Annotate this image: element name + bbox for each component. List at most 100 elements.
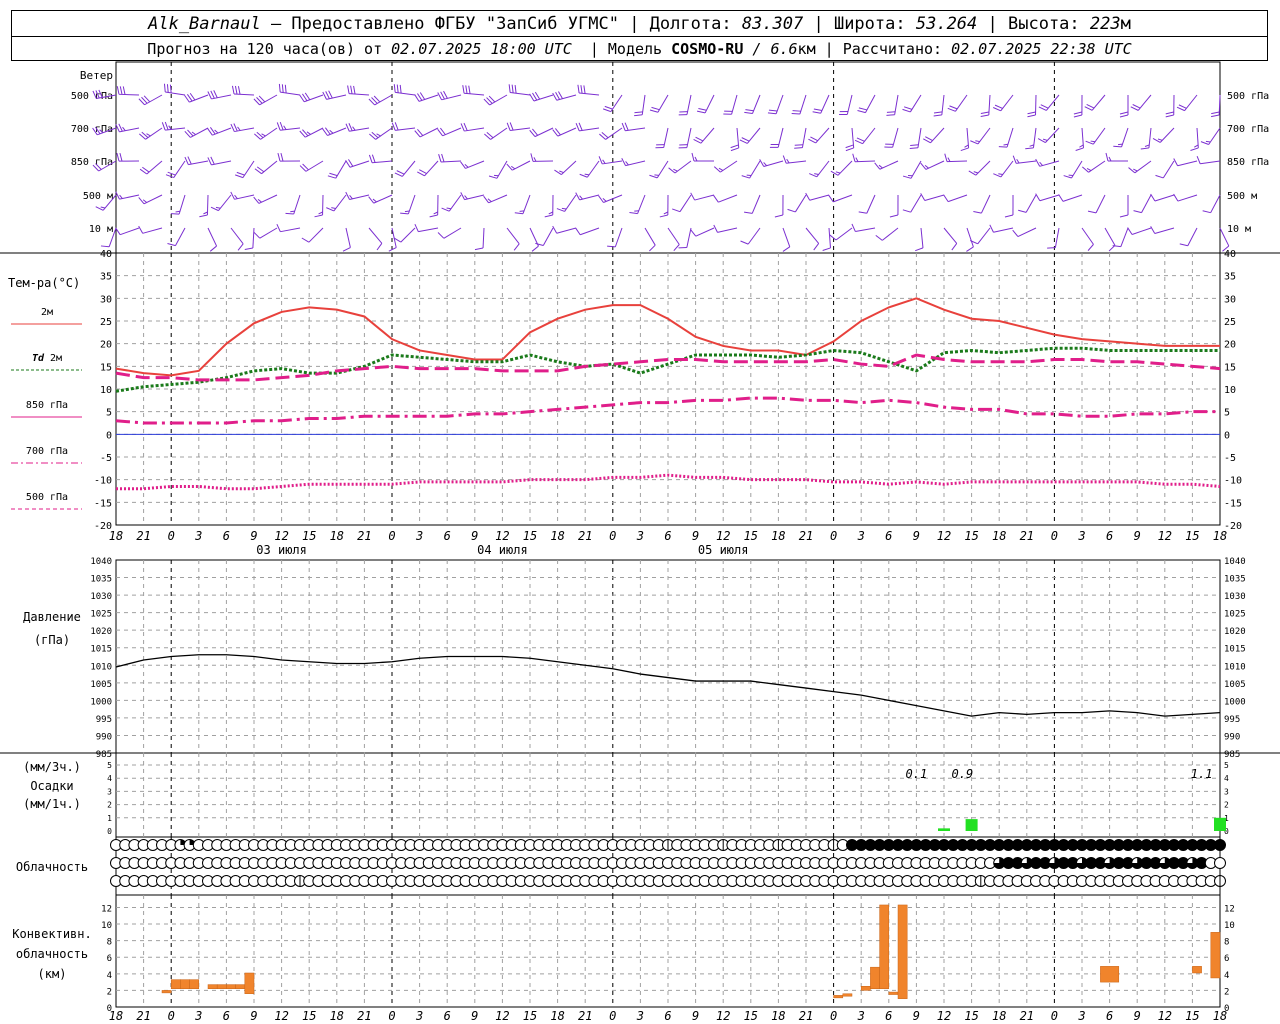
time-tick-bottom: 0	[388, 1009, 395, 1023]
wind-barb	[115, 227, 140, 236]
barb-feather	[404, 210, 410, 213]
wind-barb	[915, 227, 924, 252]
precip-ytick-right: 4	[1224, 774, 1229, 783]
barb-feather	[744, 211, 753, 214]
barb-staff	[686, 227, 692, 248]
barb-staff	[207, 227, 218, 247]
barb-feather	[1018, 209, 1027, 213]
temp-ytick-left: 40	[100, 249, 112, 260]
wind-barb	[506, 122, 531, 132]
wind-level-right: 500 гПа	[1227, 91, 1269, 102]
barb-feather	[1210, 114, 1220, 118]
barb-staff	[506, 227, 520, 245]
barb-feather	[925, 136, 933, 142]
barb-feather	[625, 161, 629, 166]
barb-feather	[856, 137, 865, 142]
pressure-ytick-left: 1040	[90, 557, 112, 567]
temperature-panel: -20 -20-15 -15-10 -10-5 -50 05 510 1015 1520 2025…	[8, 249, 1242, 532]
barb-feather	[975, 140, 980, 143]
wind-barb	[254, 127, 278, 140]
barb-feather	[244, 247, 253, 251]
wind-barb	[577, 84, 600, 96]
barb-feather	[822, 247, 831, 252]
barb-feather	[290, 210, 295, 213]
barb-feather	[376, 243, 383, 251]
barb-staff	[178, 194, 186, 215]
barb-feather	[813, 108, 823, 111]
conv-ytick-right: 8	[1224, 938, 1229, 948]
time-tick-bottom: 18	[771, 1009, 785, 1023]
conv-bar	[244, 972, 255, 994]
barb-feather	[345, 123, 350, 132]
barb-feather	[441, 153, 445, 163]
wind-barb	[429, 194, 439, 218]
barb-feather	[301, 237, 310, 243]
time-tick-top: 9	[250, 529, 257, 543]
wind-barb	[116, 86, 140, 96]
wind-barb	[805, 227, 820, 251]
wind-barb	[1173, 193, 1198, 202]
wind-barb	[1119, 194, 1129, 218]
barb-feather	[1196, 155, 1201, 164]
time-tick-top: 21	[1020, 529, 1034, 543]
wind-barb	[1176, 94, 1198, 112]
barb-feather	[579, 195, 583, 200]
time-tick-top: 21	[799, 529, 813, 543]
barb-staff	[1200, 160, 1221, 165]
time-tick-bottom: 9	[250, 1009, 257, 1023]
barb-feather	[713, 224, 718, 233]
wind-barb	[1073, 94, 1083, 118]
time-tick-top: 12	[716, 529, 730, 543]
wind-barb	[322, 90, 347, 100]
barb-feather	[1117, 143, 1123, 146]
wind-barb	[115, 123, 140, 133]
barb-feather	[810, 136, 818, 142]
barb-feather	[949, 105, 958, 110]
barb-feather	[318, 211, 323, 215]
barb-feather	[199, 214, 208, 218]
barb-feather	[352, 126, 356, 131]
barb-feather	[1108, 156, 1112, 162]
wind-barb	[347, 85, 370, 96]
wind-barb	[437, 127, 462, 137]
pressure-ytick-left: 1035	[90, 575, 112, 585]
barb-staff	[1017, 227, 1037, 237]
wind-barb	[460, 160, 485, 169]
legend-td-suffix: 2м	[50, 353, 62, 364]
wind-barb	[253, 94, 278, 106]
wind-barb	[1081, 227, 1094, 251]
barb-feather	[808, 138, 816, 144]
barb-feather	[741, 175, 750, 179]
barb-feather	[947, 157, 951, 162]
barb-feather	[1140, 147, 1150, 150]
barb-feather	[368, 196, 375, 204]
wind-barb	[1081, 160, 1106, 173]
barb-feather	[1040, 104, 1049, 109]
barb-feather	[460, 192, 465, 200]
wind-barb	[649, 94, 669, 113]
barb-feather	[575, 227, 581, 236]
barb-feather	[234, 194, 238, 199]
barb-staff	[443, 227, 462, 239]
barb-staff	[1025, 194, 1037, 213]
wind-barb	[575, 227, 600, 236]
barb-feather	[350, 85, 353, 94]
wind-barb	[1063, 160, 1083, 179]
barb-feather	[875, 234, 883, 241]
time-tick-bottom: 15	[1185, 1009, 1199, 1023]
barb-feather	[231, 85, 235, 95]
cloud-symbol	[1214, 839, 1226, 851]
pressure-ytick-right: 995	[1224, 715, 1240, 725]
barb-feather	[791, 113, 800, 115]
time-tick-top: 6	[885, 529, 892, 543]
barb-feather	[1042, 138, 1048, 141]
barb-staff	[1039, 194, 1060, 202]
wind-barb	[276, 121, 301, 131]
barb-feather	[1004, 214, 1014, 218]
barb-feather	[980, 114, 989, 117]
barb-staff	[763, 160, 784, 168]
cloud-symbol	[1214, 875, 1226, 887]
wind-barb	[1113, 127, 1129, 148]
wind-barb	[767, 94, 784, 115]
barb-feather	[1105, 152, 1109, 162]
